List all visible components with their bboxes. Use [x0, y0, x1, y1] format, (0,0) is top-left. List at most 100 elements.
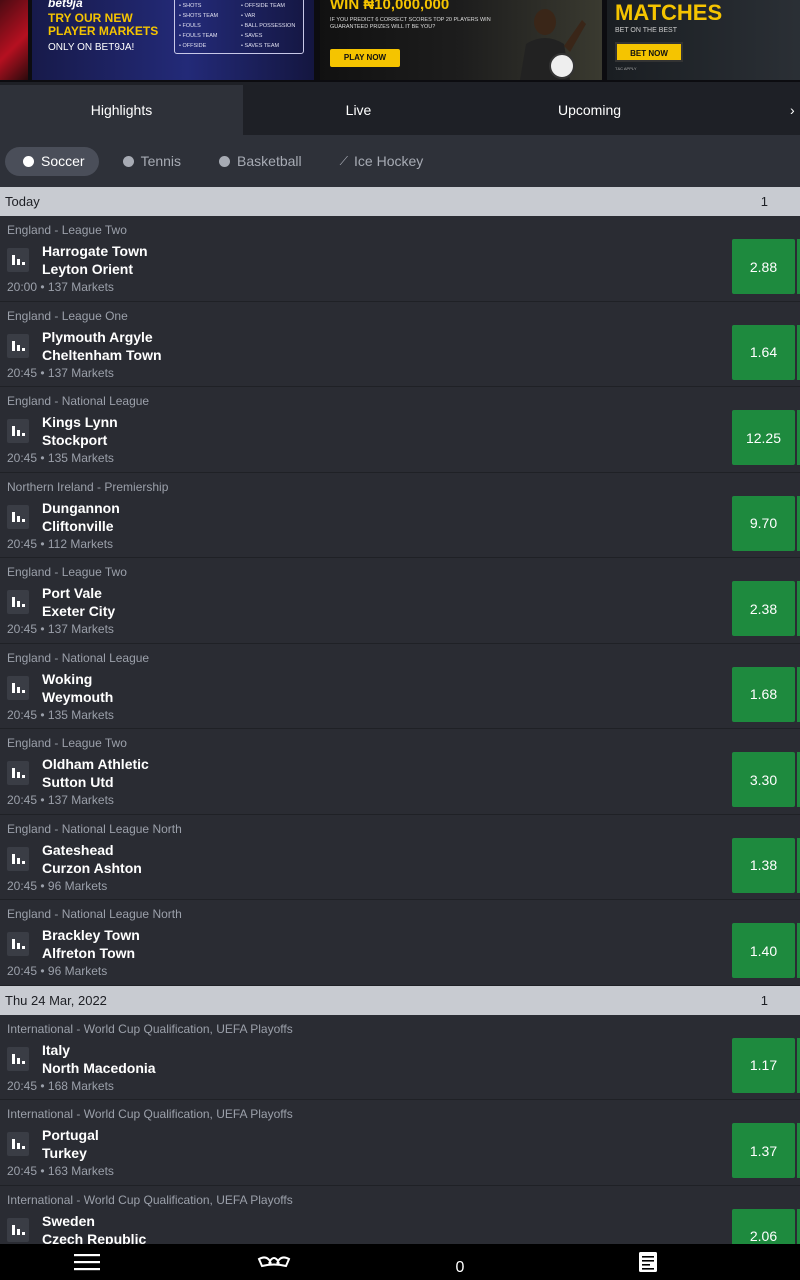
- match-time-markets: 20:45 • 135 Markets: [7, 707, 114, 722]
- league-name: England - National League: [7, 394, 150, 408]
- match-row[interactable]: England - League One Plymouth Argyle Chelt…: [0, 301, 800, 387]
- stats-icon[interactable]: [7, 419, 29, 443]
- match-row[interactable]: England - National League North Brackley …: [0, 900, 800, 986]
- stats-icon[interactable]: [7, 504, 29, 529]
- away-team: North Macedonia: [42, 1059, 156, 1076]
- match-row[interactable]: England - National League Woking Weymouth 2…: [0, 643, 800, 729]
- play-now-button[interactable]: PLAY NOW: [330, 49, 400, 67]
- odds-button[interactable]: 1.17: [732, 1037, 795, 1093]
- promo-banner-player-markets[interactable]: bet9ja TRY OUR NEW PLAYER MARKETS ONLY O…: [32, 0, 314, 80]
- match-row[interactable]: International - World Cup Qualification,…: [0, 1100, 800, 1186]
- odds-button[interactable]: 1.40: [732, 923, 795, 978]
- market-item: • SAVES: [241, 33, 263, 39]
- league-name: England - League One: [7, 308, 128, 323]
- away-team: Cliftonville: [42, 517, 114, 534]
- match-row[interactable]: England - League Two Port Vale Exeter City…: [0, 558, 800, 644]
- away-team: Czech Republic: [42, 1230, 147, 1245]
- match-time-markets: 20:45 • 163 Markets: [7, 1164, 114, 1178]
- market-item: • SHOTS TEAM: [179, 13, 219, 19]
- home-team: Plymouth Argyle: [42, 328, 153, 345]
- league-name: England - National League North: [7, 821, 182, 836]
- match-row[interactable]: International - World Cup Qualification,…: [0, 1185, 800, 1245]
- promo-banner-partial[interactable]: [0, 0, 28, 80]
- promo-subline: BET ON THE BEST: [615, 27, 677, 34]
- market-item: • OFFSIDE TEAM: [241, 3, 285, 9]
- odds-button[interactable]: 2.38: [732, 581, 795, 636]
- match-list[interactable]: Today 1 England - League Two Harrogate Town…: [0, 187, 800, 1244]
- away-team: Cheltenham Town: [42, 346, 162, 363]
- odds-column-label: 1: [760, 992, 768, 1008]
- footballer-image: [520, 9, 586, 80]
- odds-button[interactable]: 1.38: [732, 837, 795, 893]
- betking-logo-icon[interactable]: [252, 1244, 296, 1280]
- stats-icon[interactable]: [7, 1217, 29, 1242]
- player-markets-list: • SHOTS • OFFSIDE TEAM • SHOTS TEAM • VA…: [174, 0, 304, 54]
- tennis-ball-icon: [122, 155, 134, 167]
- odds-button[interactable]: 2.88: [732, 239, 795, 294]
- odds-button[interactable]: 12.25: [732, 410, 795, 465]
- league-name: England - National League: [7, 650, 150, 665]
- date-label: Thu 24 Mar, 2022: [5, 992, 107, 1008]
- tab-overflow-indicator[interactable]: ›: [790, 85, 800, 135]
- sport-chip-tennis[interactable]: Tennis: [105, 147, 195, 176]
- stats-icon[interactable]: [7, 590, 29, 614]
- bet-now-button[interactable]: BET NOW: [615, 42, 683, 62]
- promo-banner-jackpot[interactable]: WIN ₦10,000,000 IF YOU PREDICT 6 CORRECT…: [320, 0, 602, 80]
- stats-icon[interactable]: [7, 248, 29, 272]
- match-time-markets: 20:00 • 137 Markets: [7, 280, 114, 294]
- sport-chip-ice-hockey[interactable]: ⟋ Ice Hockey: [322, 147, 438, 176]
- promo-headline: TRY OUR NEW PLAYER MARKETS: [48, 11, 159, 38]
- tab-highlights[interactable]: Highlights: [0, 85, 243, 135]
- promo-banner-matches[interactable]: MATCHES BET ON THE BEST BET NOW T&C APPL…: [607, 0, 800, 80]
- tab-live[interactable]: Live: [243, 85, 474, 135]
- odds-button[interactable]: 1.37: [732, 1123, 795, 1178]
- league-name: England - League Two: [7, 223, 127, 237]
- odds-button[interactable]: 3.30: [732, 752, 795, 807]
- sport-label: Basketball: [237, 153, 302, 169]
- sport-chip-soccer[interactable]: Soccer: [5, 146, 99, 176]
- betslip-count[interactable]: 0: [440, 1250, 480, 1280]
- receipt-icon: [639, 1252, 657, 1272]
- match-row[interactable]: Northern Ireland - Premiership Dungannon C…: [0, 472, 800, 558]
- stats-icon[interactable]: [7, 1132, 29, 1156]
- tab-upcoming[interactable]: Upcoming: [474, 85, 705, 135]
- odds-button[interactable]: 1.68: [732, 666, 795, 722]
- market-item: • SAVES TEAM: [241, 43, 280, 49]
- promo-banner-carousel[interactable]: bet9ja TRY OUR NEW PLAYER MARKETS ONLY O…: [0, 0, 800, 82]
- stats-icon[interactable]: [7, 932, 29, 956]
- away-team: Curzon Ashton: [42, 859, 142, 876]
- sport-chip-basketball[interactable]: Basketball: [201, 147, 316, 176]
- match-time-markets: 20:45 • 137 Markets: [7, 365, 114, 380]
- match-time-markets: 20:45 • 96 Markets: [7, 964, 108, 978]
- league-name: England - National League North: [7, 907, 182, 921]
- date-header: Thu 24 Mar, 2022 1: [0, 985, 800, 1015]
- away-team: Exeter City: [42, 603, 116, 619]
- sportsbook-screen: bet9ja TRY OUR NEW PLAYER MARKETS ONLY O…: [0, 0, 800, 1280]
- promo-subline: ONLY ON BET9JA!: [48, 42, 135, 53]
- match-time-markets: 20:45 • 137 Markets: [7, 793, 114, 807]
- stats-icon[interactable]: [7, 761, 29, 785]
- stats-icon[interactable]: [7, 846, 29, 871]
- terms-text: T&C APPLY: [615, 66, 637, 71]
- match-row[interactable]: England - League Two Harrogate Town Leyton…: [0, 216, 800, 302]
- stats-icon[interactable]: [7, 1046, 29, 1071]
- market-item: • VAR: [241, 13, 256, 19]
- market-item: • OFFSIDE: [179, 43, 207, 49]
- match-row[interactable]: England - National League Kings Lynn Stock…: [0, 387, 800, 473]
- promo-subline: IF YOU PREDICT 6 CORRECT SCORES TOP 20 P…: [330, 17, 491, 30]
- odds-button[interactable]: 1.64: [732, 324, 795, 380]
- match-row[interactable]: England - National League North Gateshead…: [0, 814, 800, 900]
- league-name: England - League Two: [7, 565, 127, 579]
- odds-button[interactable]: 2.06: [732, 1208, 795, 1244]
- market-item: • BALL POSSESSION: [241, 23, 296, 29]
- bet-history-icon[interactable]: [632, 1244, 664, 1280]
- promo-headline: WIN ₦10,000,000: [330, 0, 450, 13]
- match-row[interactable]: England - League Two Oldham Athletic Sutto…: [0, 729, 800, 815]
- stats-icon[interactable]: [7, 333, 29, 358]
- menu-icon[interactable]: [70, 1244, 104, 1280]
- stats-icon[interactable]: [7, 675, 29, 700]
- match-row[interactable]: International - World Cup Qualification,…: [0, 1014, 800, 1100]
- soccer-ball-icon: [23, 155, 34, 167]
- home-team: Oldham Athletic: [42, 756, 149, 772]
- odds-button[interactable]: 9.70: [732, 495, 795, 551]
